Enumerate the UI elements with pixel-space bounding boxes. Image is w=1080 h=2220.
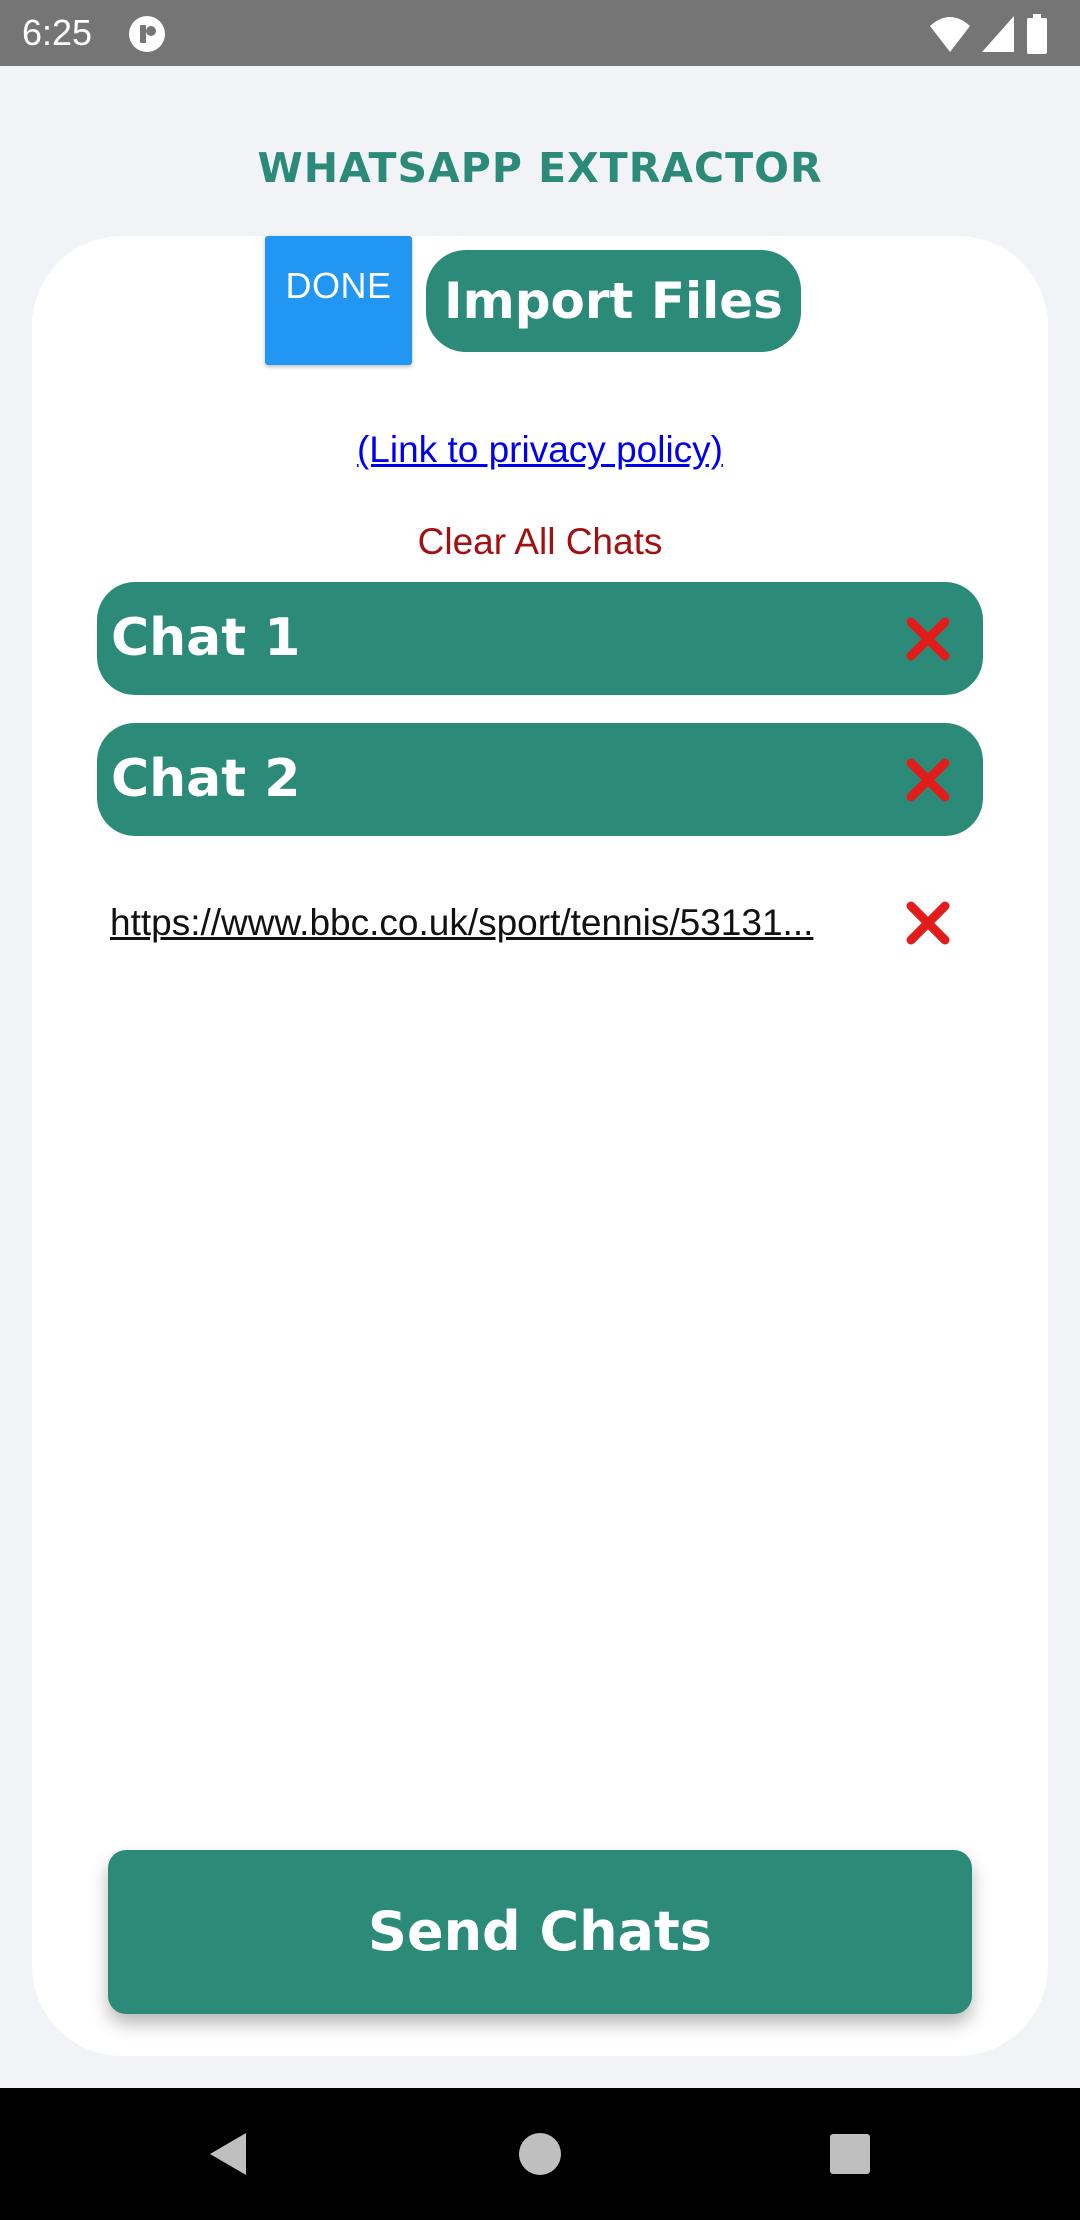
chat-item[interactable]: Chat 1	[97, 582, 983, 695]
privacy-policy-link[interactable]: (Link to privacy policy)	[0, 422, 1080, 478]
import-files-button[interactable]: Import Files	[426, 250, 801, 352]
app-title: WHATSAPP EXTRACTOR	[257, 144, 823, 192]
app-notification-icon	[129, 16, 165, 52]
signal-icon	[982, 16, 1014, 52]
navigation-bar	[0, 2088, 1080, 2220]
status-bar: 6:25	[0, 0, 1080, 66]
chat-item[interactable]: Chat 2	[97, 723, 983, 836]
delete-icon[interactable]	[905, 900, 951, 946]
link-url[interactable]: https://www.bbc.co.uk/sport/tennis/53131…	[110, 893, 890, 953]
chat-name: Chat 2	[111, 749, 301, 809]
recents-icon[interactable]	[826, 2130, 874, 2178]
delete-icon[interactable]	[905, 757, 951, 803]
status-time: 6:25	[22, 12, 93, 53]
back-icon[interactable]	[204, 2130, 252, 2178]
main-card	[32, 236, 1048, 2056]
clear-all-chats-button[interactable]: Clear All Chats	[0, 514, 1080, 570]
battery-icon	[1027, 14, 1047, 54]
home-icon[interactable]	[516, 2130, 564, 2178]
link-item: https://www.bbc.co.uk/sport/tennis/53131…	[110, 893, 960, 953]
chat-name: Chat 1	[111, 608, 301, 668]
wifi-icon	[930, 17, 970, 52]
done-button[interactable]: DONE	[265, 236, 412, 365]
delete-icon[interactable]	[905, 616, 951, 662]
send-chats-button[interactable]: Send Chats	[108, 1850, 972, 2014]
